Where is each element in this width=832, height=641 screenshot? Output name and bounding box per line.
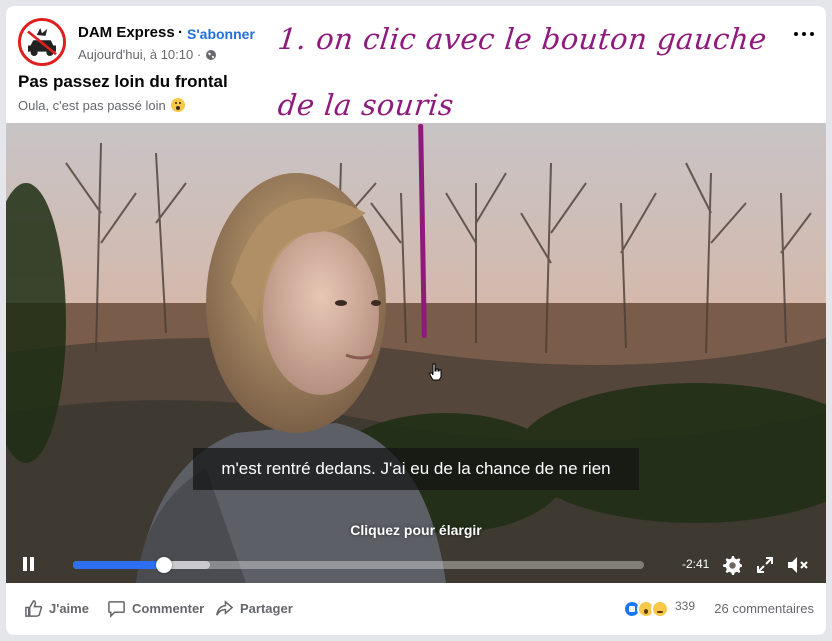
post-actions-bar: J'aime Commenter Partager 339 26 comment… bbox=[6, 591, 826, 625]
like-label: J'aime bbox=[49, 601, 89, 616]
name-separator: · bbox=[178, 24, 183, 41]
dam-logo bbox=[21, 21, 63, 63]
fullscreen-icon[interactable] bbox=[756, 556, 774, 574]
video-frame bbox=[6, 123, 826, 583]
sad-reaction-icon bbox=[651, 600, 669, 618]
page-avatar[interactable] bbox=[18, 18, 66, 66]
post-title: Pas passez loin du frontal bbox=[18, 72, 228, 91]
share-icon bbox=[216, 600, 234, 616]
expand-hint[interactable]: Cliquez pour élargir bbox=[6, 522, 826, 538]
reaction-count: 339 bbox=[675, 599, 696, 613]
post-text: Oula, c'est pas passé loin bbox=[18, 98, 186, 113]
share-button[interactable]: Partager bbox=[215, 599, 293, 618]
video-player[interactable]: m'est rentré dedans. J'ai eu de la chanc… bbox=[6, 123, 826, 583]
timestamp-text: Aujourd'hui, à 10:10 · bbox=[78, 47, 202, 62]
played-progress bbox=[73, 561, 165, 569]
comment-button[interactable]: Commenter bbox=[107, 599, 204, 618]
globe-icon bbox=[206, 49, 217, 60]
like-button[interactable]: J'aime bbox=[24, 599, 89, 618]
hand-cursor-icon bbox=[429, 363, 442, 381]
time-remaining: -2:41 bbox=[682, 557, 710, 571]
video-caption: m'est rentré dedans. J'ai eu de la chanc… bbox=[193, 448, 639, 490]
progress-bar[interactable] bbox=[73, 557, 644, 573]
mute-icon[interactable] bbox=[786, 555, 810, 575]
annotation-line-2: de la souris bbox=[276, 88, 456, 122]
page-name[interactable]: DAM Express bbox=[78, 24, 175, 41]
surprised-emoji-icon bbox=[171, 98, 186, 112]
video-controls: -2:41 bbox=[6, 547, 826, 583]
progress-knob[interactable] bbox=[156, 557, 173, 573]
like-icon bbox=[25, 600, 43, 617]
more-icon bbox=[794, 32, 798, 36]
annotation-line-1: 1. on clic avec le bouton gauche bbox=[276, 22, 769, 56]
pause-icon bbox=[23, 557, 27, 571]
comment-label: Commenter bbox=[132, 601, 205, 616]
pause-button[interactable] bbox=[23, 557, 35, 571]
comment-icon bbox=[108, 601, 125, 618]
subscribe-link[interactable]: S'abonner bbox=[187, 26, 255, 42]
post-card: DAM Express · S'abonner Aujourd'hui, à 1… bbox=[6, 6, 826, 635]
more-options-button[interactable] bbox=[792, 26, 816, 42]
comments-count[interactable]: 26 commentaires bbox=[714, 601, 814, 616]
post-text-content: Oula, c'est pas passé loin bbox=[18, 98, 166, 113]
post-timestamp[interactable]: Aujourd'hui, à 10:10 · bbox=[78, 47, 217, 62]
reactions-summary[interactable]: 339 bbox=[623, 599, 696, 618]
share-label: Partager bbox=[240, 601, 293, 616]
gear-icon[interactable] bbox=[722, 555, 742, 575]
